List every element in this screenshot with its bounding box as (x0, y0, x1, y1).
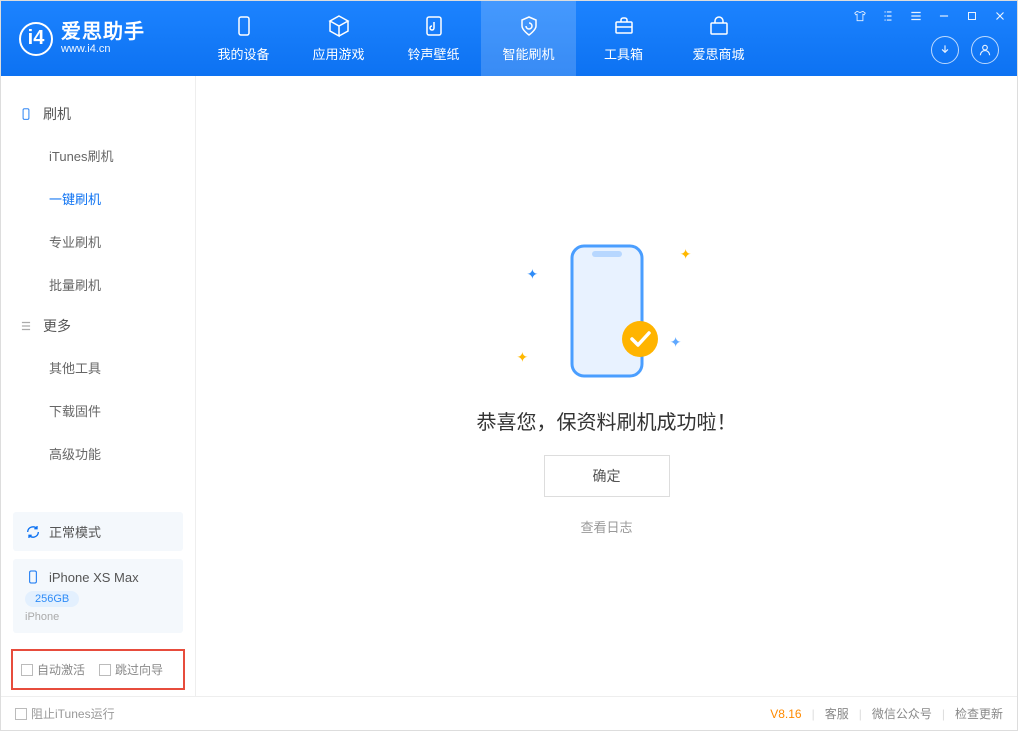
minimize-icon[interactable] (937, 9, 951, 23)
sidebar-section-flash: 刷机 (1, 94, 195, 134)
tab-label: 我的设备 (217, 44, 269, 63)
header-actions (931, 36, 999, 64)
list-icon[interactable] (881, 9, 895, 23)
logo-area: i4 爱思助手 www.i4.cn (1, 21, 196, 55)
menu-icon[interactable] (909, 9, 923, 23)
device-type: iPhone (25, 611, 171, 623)
sidebar-item-pro-flash[interactable]: 专业刷机 (1, 220, 195, 263)
sidebar-item-download-firmware[interactable]: 下载固件 (1, 389, 195, 432)
sidebar-item-batch-flash[interactable]: 批量刷机 (1, 263, 195, 306)
tab-my-device[interactable]: 我的设备 (196, 1, 291, 76)
tab-toolbox[interactable]: 工具箱 (576, 1, 671, 76)
toolbox-icon (612, 14, 636, 38)
user-button[interactable] (971, 36, 999, 64)
checkbox-block-itunes[interactable]: 阻止iTunes运行 (15, 705, 115, 722)
mode-card[interactable]: 正常模式 (13, 512, 183, 551)
app-title: 爱思助手 (61, 21, 145, 43)
success-message: 恭喜您，保资料刷机成功啦！ (477, 406, 737, 435)
sparkle-icon: ✦ (527, 266, 539, 283)
section-title-text: 更多 (43, 316, 71, 336)
phone-icon (19, 107, 33, 121)
close-icon[interactable] (993, 9, 1007, 23)
checkbox-auto-activate[interactable]: 自动激活 (21, 661, 85, 678)
sidebar: 刷机 iTunes刷机 一键刷机 专业刷机 批量刷机 更多 其他工具 下载固件 … (1, 76, 196, 696)
app-logo-icon: i4 (19, 22, 53, 56)
tab-label: 铃声壁纸 (407, 44, 459, 63)
list-icon (19, 319, 33, 333)
tab-store[interactable]: 爱思商城 (671, 1, 766, 76)
section-title-text: 刷机 (43, 104, 71, 124)
app-header: i4 爱思助手 www.i4.cn 我的设备 应用游戏 铃声壁纸 智能刷机 工具… (1, 1, 1017, 76)
checkbox-icon (21, 664, 33, 676)
shirt-icon[interactable] (853, 9, 867, 23)
storage-badge: 256GB (25, 591, 79, 607)
success-illustration: ✦ ✦ ✦ ✦ (507, 236, 707, 386)
tab-smart-flash[interactable]: 智能刷机 (481, 1, 576, 76)
phone-icon (25, 569, 41, 585)
main-content: ✦ ✦ ✦ ✦ 恭喜您，保资料刷机成功啦！ 确定 查看日志 (196, 76, 1017, 696)
ok-button[interactable]: 确定 (544, 455, 670, 497)
cube-icon (327, 14, 351, 38)
device-name: iPhone XS Max (49, 570, 139, 585)
checkbox-label: 跳过向导 (115, 661, 163, 678)
main-tabs: 我的设备 应用游戏 铃声壁纸 智能刷机 工具箱 爱思商城 (196, 1, 766, 76)
sparkle-icon: ✦ (670, 334, 682, 351)
options-highlight-box: 自动激活 跳过向导 (11, 649, 185, 690)
checkbox-skip-wizard[interactable]: 跳过向导 (99, 661, 163, 678)
tab-apps-games[interactable]: 应用游戏 (291, 1, 386, 76)
mode-label: 正常模式 (49, 522, 101, 541)
sparkle-icon: ✦ (680, 246, 692, 263)
version-label: V8.16 (770, 707, 801, 721)
app-subtitle: www.i4.cn (61, 43, 145, 55)
checkbox-label: 自动激活 (37, 661, 85, 678)
tab-label: 应用游戏 (312, 44, 364, 63)
checkbox-label: 阻止iTunes运行 (31, 705, 115, 722)
tab-label: 智能刷机 (502, 44, 554, 63)
checkbox-icon (99, 664, 111, 676)
footer-link-update[interactable]: 检查更新 (955, 705, 1003, 722)
tab-label: 工具箱 (604, 44, 643, 63)
tab-label: 爱思商城 (692, 44, 744, 63)
footer-link-wechat[interactable]: 微信公众号 (872, 705, 932, 722)
sparkle-icon: ✦ (517, 349, 529, 366)
sidebar-item-oneclick-flash[interactable]: 一键刷机 (1, 177, 195, 220)
sidebar-item-advanced[interactable]: 高级功能 (1, 432, 195, 475)
sidebar-section-more: 更多 (1, 306, 195, 346)
store-icon (707, 14, 731, 38)
tab-ringtone-wallpaper[interactable]: 铃声壁纸 (386, 1, 481, 76)
shield-refresh-icon (517, 14, 541, 38)
device-icon (232, 14, 256, 38)
check-badge-icon (621, 320, 659, 358)
window-controls (853, 9, 1007, 23)
checkbox-icon (15, 708, 27, 720)
device-card[interactable]: iPhone XS Max 256GB iPhone (13, 559, 183, 633)
sidebar-item-itunes-flash[interactable]: iTunes刷机 (1, 134, 195, 177)
music-file-icon (422, 14, 446, 38)
maximize-icon[interactable] (965, 9, 979, 23)
sidebar-item-other-tools[interactable]: 其他工具 (1, 346, 195, 389)
refresh-icon (25, 524, 41, 540)
phone-illustration-icon (562, 241, 652, 381)
download-button[interactable] (931, 36, 959, 64)
footer-link-support[interactable]: 客服 (825, 705, 849, 722)
footer: 阻止iTunes运行 V8.16 | 客服 | 微信公众号 | 检查更新 (1, 696, 1017, 730)
view-log-link[interactable]: 查看日志 (580, 517, 632, 536)
